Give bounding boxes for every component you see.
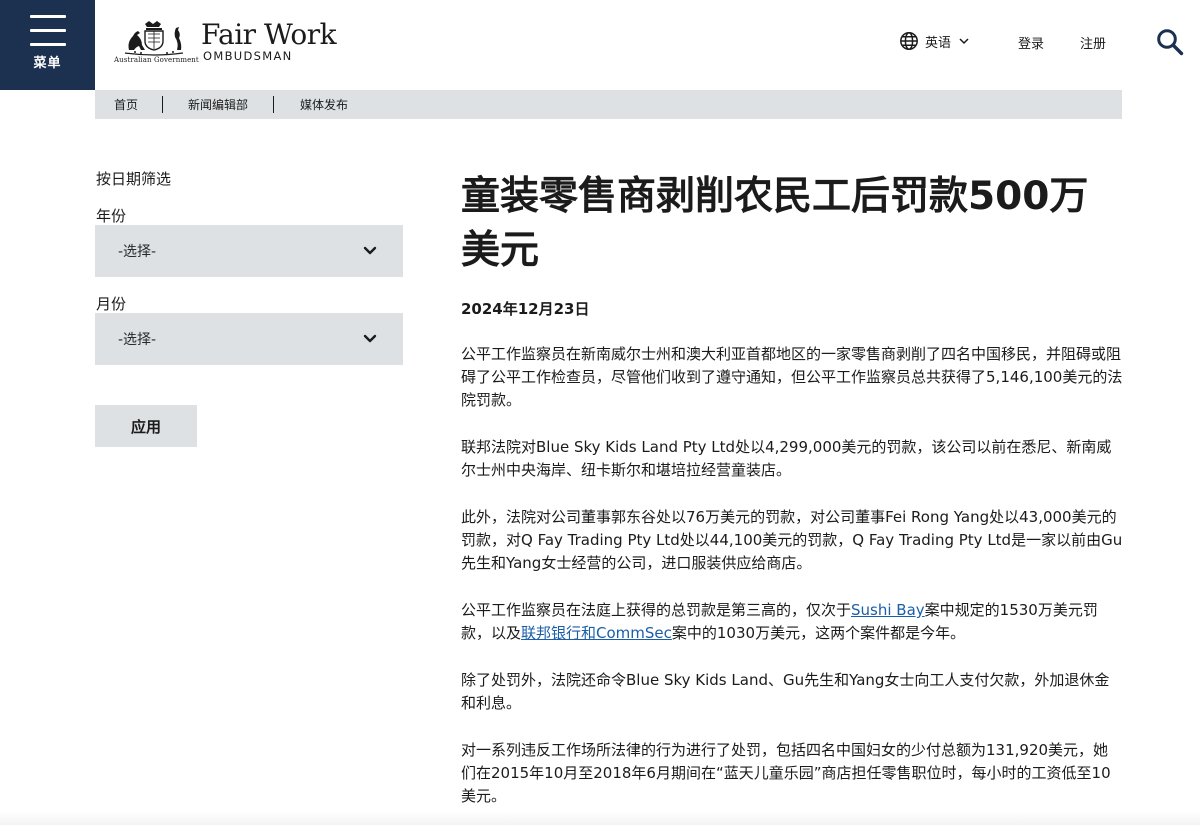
paragraph: 公平工作监察员在法庭上获得的总罚款是第三高的，仅次于Sushi Bay案中规定的…	[461, 599, 1123, 645]
site-header: 菜单 Australian Government Fair Work OMBUD…	[0, 0, 1200, 90]
paragraph: 此外，法院对公司董事郭东谷处以76万美元的罚款，对公司董事Fei Rong Ya…	[461, 508, 1123, 572]
commbank-commsec-link[interactable]: 联邦银行和CommSec	[521, 624, 672, 642]
year-label: 年份	[96, 207, 127, 225]
brand-subtitle: OMBUDSMAN	[203, 49, 293, 63]
menu-icon	[29, 15, 66, 47]
paragraph: 公平工作监察员在新南威尔士州和澳大利亚首都地区的一家零售商剥削了四名中国移民，并…	[461, 345, 1123, 409]
coat-of-arms-logo	[124, 21, 184, 56]
brand-title: Fair Work	[201, 18, 337, 51]
year-select-value: -选择-	[118, 244, 157, 260]
month-select[interactable]: -选择-	[95, 313, 403, 365]
apply-button[interactable]: 应用	[95, 405, 197, 447]
breadcrumb-media-releases[interactable]: 媒体发布	[274, 96, 366, 113]
bottom-fade	[0, 811, 1200, 825]
paragraph: 除了处罚外，法院还命令Blue Sky Kids Land、Gu先生和Yang女…	[461, 671, 1110, 712]
breadcrumb-home[interactable]: 首页	[95, 96, 162, 113]
paragraph-text: 案中的1030万美元，这两个案件都是今年。	[671, 624, 966, 642]
fair-work-logo[interactable]: Australian Government Fair Work OMBUDSMA…	[112, 18, 342, 68]
year-select[interactable]: -选择-	[95, 225, 403, 277]
paragraph: 联邦法院对Blue Sky Kids Land Pty Ltd处以4,299,0…	[461, 438, 1112, 479]
chevron-down-icon	[363, 246, 377, 255]
menu-label: 菜单	[33, 56, 62, 71]
article-body: 公平工作监察员在新南威尔士州和澳大利亚首都地区的一家零售商剥削了四名中国移民，并…	[461, 343, 1123, 832]
login-link[interactable]: 登录	[1018, 33, 1044, 52]
month-label: 月份	[96, 295, 127, 313]
paragraph-text: 公平工作监察员在法庭上获得的总罚款是第三高的，仅次于	[461, 601, 852, 619]
paragraph: 对一系列违反工作场所法律的行为进行了处罚，包括四名中国妇女的少付总额为131,9…	[461, 741, 1111, 805]
globe-icon	[900, 32, 918, 50]
search-icon[interactable]	[1156, 28, 1184, 56]
breadcrumb: 首页 新闻编辑部 媒体发布	[95, 90, 1122, 119]
menu-button[interactable]: 菜单	[0, 0, 95, 90]
language-label: 英语	[925, 35, 952, 51]
date-filter-heading: 按日期筛选	[96, 170, 172, 188]
register-link[interactable]: 注册	[1080, 33, 1106, 52]
chevron-down-icon	[363, 334, 377, 343]
article-title: 童装零售商剥削农民工后罚款500万美元	[461, 174, 1089, 273]
article-date: 2024年12月23日	[461, 300, 590, 318]
sushi-bay-link[interactable]: Sushi Bay	[851, 601, 925, 619]
article-header: 童装零售商剥削农民工后罚款500万美元	[461, 170, 1123, 278]
gov-label: Australian Government	[114, 56, 199, 64]
chevron-down-icon	[959, 38, 969, 45]
language-selector[interactable]: 英语	[899, 30, 969, 52]
month-select-value: -选择-	[118, 332, 157, 348]
breadcrumb-newsroom[interactable]: 新闻编辑部	[163, 96, 273, 113]
